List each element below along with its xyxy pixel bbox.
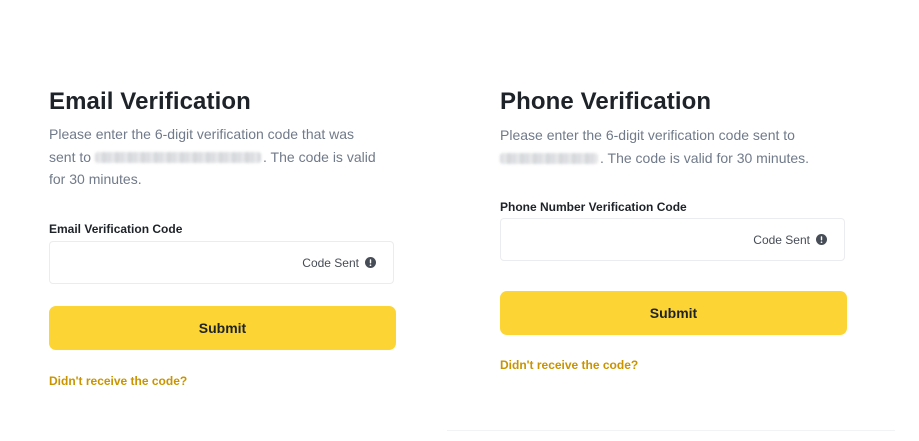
phone-description-suffix: . The code is valid for 30 minutes. [600, 149, 810, 166]
phone-code-sent-label: Code Sent [753, 232, 810, 247]
email-submit-button[interactable]: Submit [49, 306, 396, 350]
phone-verification-panel: Phone Verification Please enter the 6-di… [500, 0, 847, 441]
bottom-divider [447, 430, 895, 431]
email-verification-title: Email Verification [49, 88, 251, 115]
email-code-sent-indicator[interactable]: Code Sent [302, 242, 376, 283]
email-resend-code-link[interactable]: Didn't receive the code? [49, 374, 187, 388]
email-verification-description: Please enter the 6-digit verification co… [49, 123, 384, 191]
phone-code-field-label: Phone Number Verification Code [500, 200, 687, 214]
email-code-sent-label: Code Sent [302, 255, 359, 270]
phone-code-input[interactable]: Code Sent [500, 218, 845, 261]
email-code-field-label: Email Verification Code [49, 222, 183, 236]
redacted-email-address [95, 151, 262, 163]
phone-verification-title: Phone Verification [500, 88, 712, 115]
phone-description-prefix: Please enter the 6-digit verification co… [500, 127, 795, 143]
phone-submit-button[interactable]: Submit [500, 291, 847, 335]
phone-resend-code-link[interactable]: Didn't receive the code? [500, 358, 638, 372]
info-icon [816, 234, 827, 245]
phone-code-sent-indicator[interactable]: Code Sent [753, 219, 827, 260]
phone-verification-description: Please enter the 6-digit verification co… [500, 124, 840, 169]
email-code-input[interactable]: Code Sent [49, 241, 394, 284]
redacted-phone-number [500, 152, 598, 164]
email-verification-panel: Email Verification Please enter the 6-di… [49, 0, 396, 441]
info-icon [365, 257, 376, 268]
